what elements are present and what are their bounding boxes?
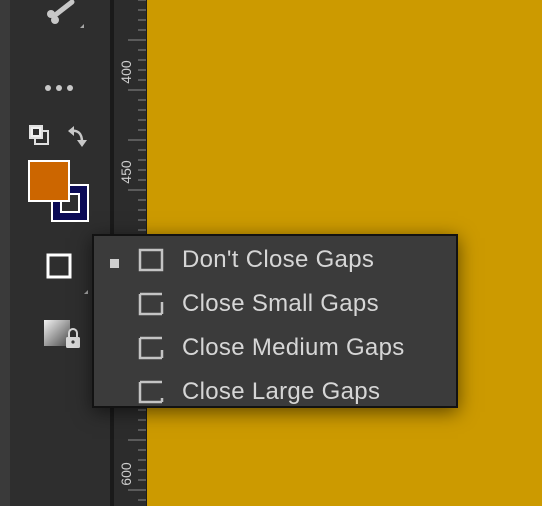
menu-item-label: Close Small Gaps	[182, 290, 379, 317]
medium-gap-icon	[136, 335, 166, 361]
selected-indicator-icon	[110, 299, 119, 308]
swap-colors-icon[interactable]	[66, 124, 92, 150]
selected-indicator-icon	[110, 255, 119, 268]
ruler-label-400: 400	[118, 60, 134, 84]
no-gap-icon	[136, 247, 166, 273]
default-colors-icon[interactable]	[28, 124, 52, 148]
more-tools-icon[interactable]	[42, 80, 78, 96]
app-window: 400 450 600 Don't Close Gaps Close Small …	[0, 0, 542, 506]
menu-item-label: Close Large Gaps	[182, 378, 381, 405]
small-gap-icon	[136, 291, 166, 317]
bone-tool-icon[interactable]	[44, 0, 84, 30]
frame-icon[interactable]	[44, 250, 94, 296]
menu-item-close-large-gaps[interactable]: Close Large Gaps	[94, 370, 456, 414]
ruler-label-600: 600	[118, 462, 134, 486]
ruler-label-450: 450	[118, 160, 134, 184]
gap-detection-menu: Don't Close Gaps Close Small Gaps Close Me…	[92, 234, 458, 408]
left-panel-edge	[0, 0, 10, 506]
large-gap-icon	[136, 379, 166, 405]
menu-item-don-t-close-gaps[interactable]: Don't Close Gaps	[94, 238, 456, 282]
fill-color-swatch[interactable]	[28, 160, 70, 202]
menu-item-label: Close Medium Gaps	[182, 334, 405, 361]
locked-gradient-icon[interactable]	[42, 318, 84, 352]
menu-item-close-small-gaps[interactable]: Close Small Gaps	[94, 282, 456, 326]
selected-indicator-icon	[110, 387, 119, 396]
selected-indicator-icon	[110, 343, 119, 352]
menu-item-close-medium-gaps[interactable]: Close Medium Gaps	[94, 326, 456, 370]
menu-item-label: Don't Close Gaps	[182, 246, 375, 273]
